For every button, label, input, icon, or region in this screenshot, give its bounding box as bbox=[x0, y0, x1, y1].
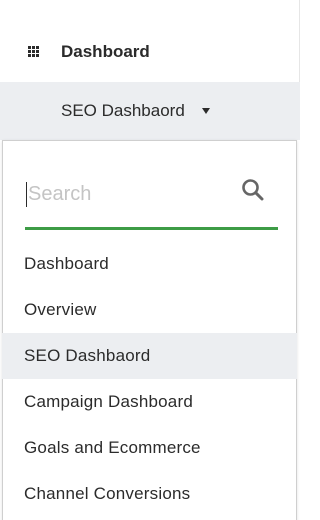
menu-item-campaign-dashboard[interactable]: Campaign Dashboard bbox=[2, 379, 297, 425]
menu-item-seo-dashboard[interactable]: SEO Dashbaord bbox=[2, 333, 297, 379]
grid-icon bbox=[28, 46, 39, 57]
dashboard-dropdown: Dashboard Overview SEO Dashbaord Campaig… bbox=[2, 140, 297, 520]
menu-item-channel-conversions[interactable]: Channel Conversions bbox=[2, 471, 297, 517]
menu-item-goals-and-ecommerce[interactable]: Goals and Ecommerce bbox=[2, 425, 297, 471]
dashboard-selector-label[interactable]: SEO Dashbaord bbox=[61, 101, 185, 121]
dashboard-nav-panel: Dashboard SEO Dashbaord Dashboard Overvi… bbox=[0, 0, 300, 520]
nav-header: Dashboard bbox=[0, 0, 300, 82]
search-icon[interactable] bbox=[241, 178, 265, 202]
text-cursor bbox=[26, 182, 27, 207]
menu-item-overview[interactable]: Overview bbox=[2, 287, 297, 333]
dashboard-menu: Dashboard Overview SEO Dashbaord Campaig… bbox=[2, 241, 297, 517]
caret-down-icon[interactable] bbox=[202, 108, 210, 114]
search-box bbox=[25, 173, 278, 230]
dashboard-selector[interactable]: SEO Dashbaord bbox=[0, 82, 300, 140]
header-title[interactable]: Dashboard bbox=[61, 42, 150, 62]
menu-item-dashboard[interactable]: Dashboard bbox=[2, 241, 297, 287]
search-input[interactable] bbox=[25, 179, 228, 209]
